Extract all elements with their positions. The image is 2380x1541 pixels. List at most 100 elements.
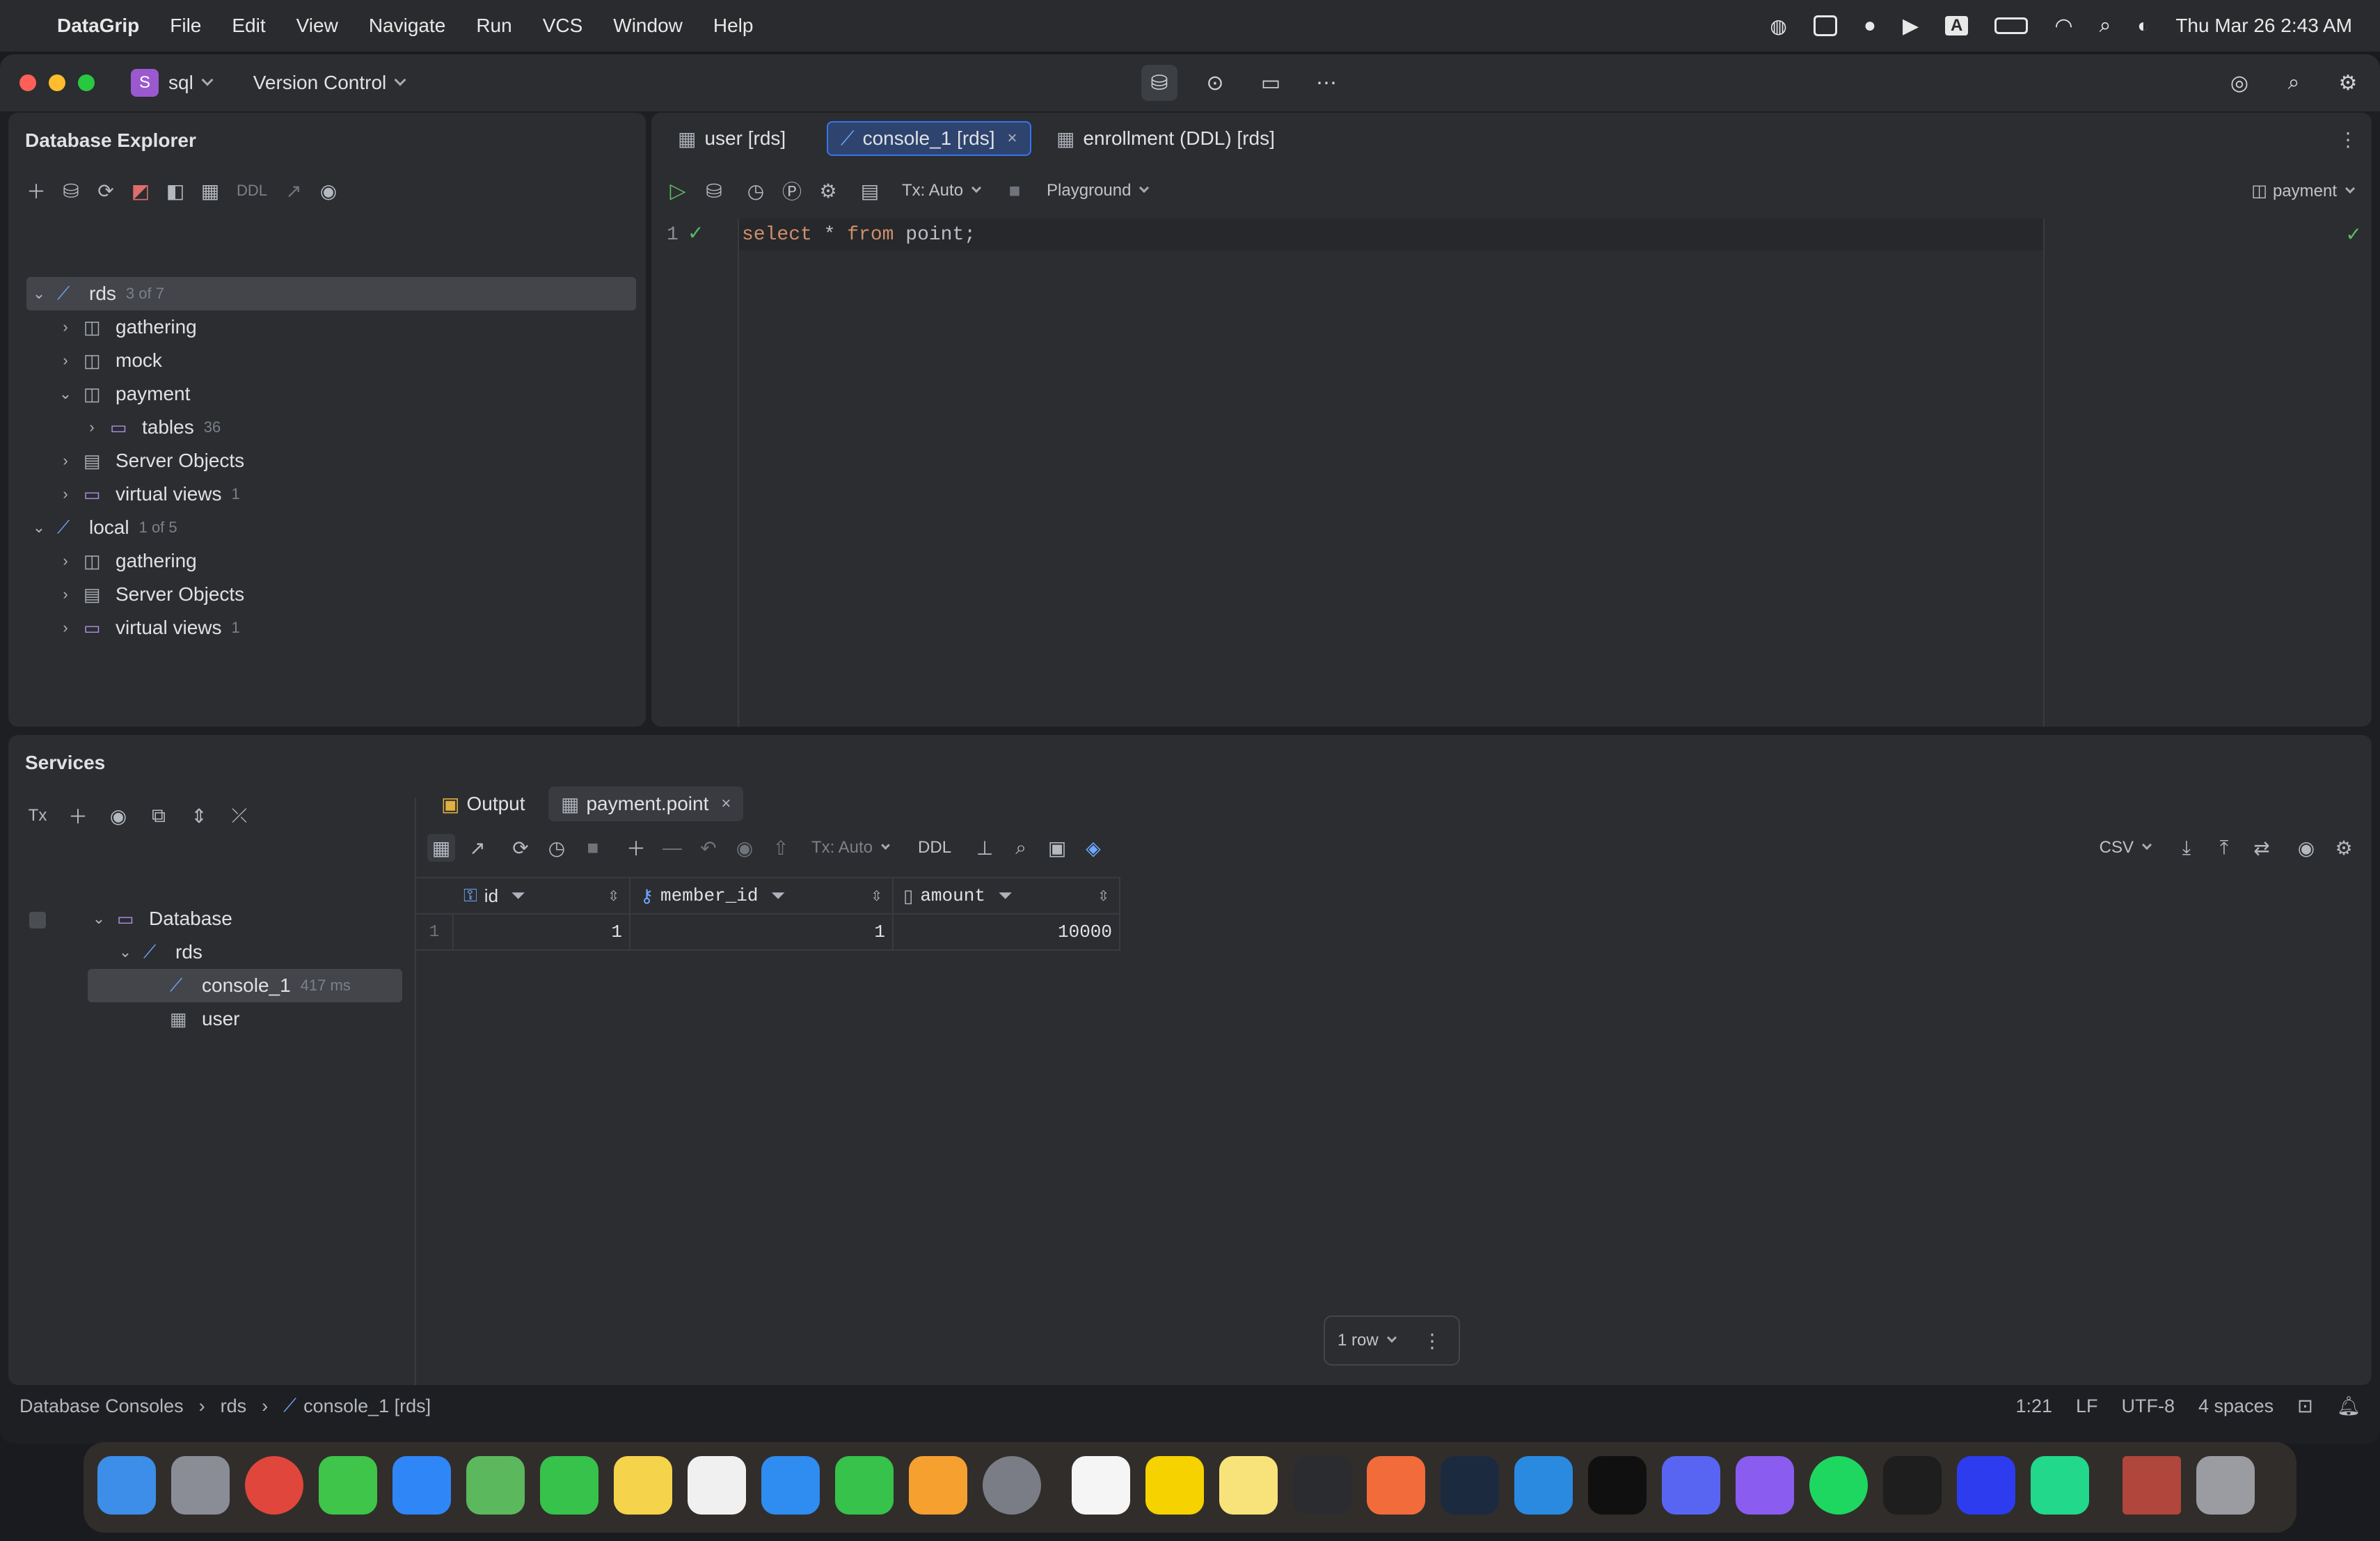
tab-payment-point[interactable]: ▦ payment.point ×	[548, 787, 744, 821]
service-node-console-1[interactable]: ⟋ console_1 417 ms	[88, 969, 402, 1002]
column-header-id[interactable]: ⚿ id ⏷ ⇳	[454, 878, 630, 913]
download-icon[interactable]: ⤓	[2173, 834, 2200, 862]
upload-icon[interactable]: ⤒	[2210, 834, 2238, 862]
settings-gear-icon[interactable]: ⚙	[2330, 65, 2366, 101]
chevron-right-icon[interactable]: ›	[85, 418, 99, 436]
menubar-clock[interactable]: Thu Mar 26 2:43 AM	[2175, 15, 2352, 37]
filter-icon[interactable]: ⏷	[770, 885, 785, 907]
collapse-all-icon[interactable]: ⤫	[225, 802, 253, 830]
console-settings-icon[interactable]: ⚙	[814, 177, 842, 205]
view-options-icon[interactable]: ◉	[104, 802, 132, 830]
tree-node-rds[interactable]: ⌄ ⟋ rds 3 of 7	[26, 277, 636, 310]
stop-icon[interactable]: ■	[579, 834, 607, 862]
cell-member-id[interactable]: 1	[630, 915, 894, 949]
tx-mode-dropdown[interactable]: Tx: Auto	[902, 181, 982, 200]
chevron-down-icon[interactable]: ⌄	[58, 385, 72, 403]
explain-plan-icon[interactable]: ⛁	[700, 177, 728, 205]
trash-icon[interactable]	[2196, 1456, 2255, 1515]
column-header-member-id[interactable]: ⚷ member_id ⏷ ⇳	[630, 878, 894, 913]
expand-all-icon[interactable]: ⇕	[185, 802, 213, 830]
tx-mode-dropdown[interactable]: Tx: Auto	[811, 838, 890, 858]
kakaotalk-icon[interactable]	[1145, 1456, 1204, 1515]
postman-icon[interactable]	[1367, 1456, 1425, 1515]
add-service-icon[interactable]: ＋	[64, 802, 92, 830]
folder-tool-icon[interactable]: ▭	[1253, 65, 1289, 101]
pages-icon[interactable]	[909, 1456, 967, 1515]
spotify-icon[interactable]	[1809, 1456, 1868, 1515]
chat-status-icon[interactable]: ●	[1864, 14, 1876, 38]
filter-icon[interactable]: ⏷	[998, 885, 1013, 907]
sql-console-icon[interactable]: ◧	[161, 177, 189, 205]
menu-navigate[interactable]: Navigate	[369, 15, 446, 37]
github-desktop-icon[interactable]	[1736, 1456, 1794, 1515]
history-icon[interactable]: ◷	[543, 834, 571, 862]
stickies-icon[interactable]	[1219, 1456, 1278, 1515]
tab-options-icon[interactable]: ⋮	[2334, 125, 2362, 153]
battery-icon[interactable]	[1994, 17, 2029, 34]
grid-settings-icon[interactable]: ⚙	[2330, 834, 2358, 862]
row-count-dropdown[interactable]: 1 row	[1338, 1331, 1397, 1350]
mail-icon[interactable]	[392, 1456, 451, 1515]
intellij-icon[interactable]	[1957, 1456, 2015, 1515]
numbers-icon[interactable]	[835, 1456, 894, 1515]
tx-label[interactable]: Tx	[24, 802, 51, 830]
caret-position[interactable]: 1:21	[2015, 1396, 2052, 1417]
chart-view-icon[interactable]: ↗	[463, 834, 491, 862]
line-separator[interactable]: LF	[2076, 1396, 2098, 1417]
close-window-button[interactable]	[19, 74, 36, 91]
terminal-icon[interactable]	[1588, 1456, 1647, 1515]
chevron-down-icon[interactable]: ⌄	[118, 943, 132, 961]
refresh-icon[interactable]: ⟳	[92, 177, 120, 205]
tree-node-virtual-views[interactable]: › ▭ virtual views 1	[26, 477, 636, 511]
new-tab-icon[interactable]: ⧉	[145, 802, 173, 830]
datagrip-icon[interactable]	[2031, 1456, 2089, 1515]
tree-node-gathering[interactable]: › ◫ gathering	[26, 310, 636, 344]
vscode-icon[interactable]	[1514, 1456, 1573, 1515]
run-execute-icon[interactable]: ▷	[664, 177, 692, 205]
spotlight-icon[interactable]: ⌕	[2100, 14, 2111, 38]
menu-view[interactable]: View	[296, 15, 338, 37]
tab-user-rds[interactable]: ▦ user [rds]	[665, 121, 798, 156]
output-layout-icon[interactable]: ▤	[856, 177, 884, 205]
tree-node-local[interactable]: ⌄ ⟋ local 1 of 5	[26, 511, 636, 544]
wifi-icon[interactable]: ◠	[2054, 14, 2072, 38]
more-icon[interactable]: ⋯	[1308, 65, 1344, 101]
chrome-icon[interactable]	[245, 1456, 303, 1515]
ddl-button[interactable]: DDL	[231, 177, 273, 205]
column-header-amount[interactable]: ▯ amount ⏷ ⇳	[894, 878, 1120, 913]
menu-window[interactable]: Window	[613, 15, 683, 37]
service-node-database[interactable]: ⌄ ▭ Database	[36, 902, 412, 935]
menu-vcs[interactable]: VCS	[543, 15, 583, 37]
add-row-icon[interactable]: ＋	[622, 834, 650, 862]
more-options-icon[interactable]: ⋮	[1418, 1327, 1446, 1354]
view-options-icon[interactable]: ◉	[315, 177, 342, 205]
indent-setting[interactable]: 4 spaces	[2198, 1396, 2274, 1417]
table-view-icon[interactable]: ▦	[427, 834, 455, 862]
maps-icon[interactable]	[466, 1456, 525, 1515]
submit-icon[interactable]: ⇧	[767, 834, 795, 862]
open-table-icon[interactable]: ▣	[1043, 834, 1071, 862]
messages-icon[interactable]	[319, 1456, 377, 1515]
schema-selector[interactable]: ◫ payment	[2251, 181, 2356, 201]
menu-run[interactable]: Run	[476, 15, 511, 37]
menu-file[interactable]: File	[170, 15, 201, 37]
finder-icon[interactable]	[97, 1456, 156, 1515]
preview-changes-icon[interactable]: ◉	[731, 834, 759, 862]
tab-enrollment-ddl[interactable]: ▦ enrollment (DDL) [rds]	[1044, 121, 1287, 156]
tree-node-server-objects[interactable]: › ▤ Server Objects	[26, 444, 636, 477]
cell-id[interactable]: 1	[454, 915, 630, 949]
menu-app-name[interactable]: DataGrip	[57, 15, 139, 37]
facetime-icon[interactable]	[540, 1456, 598, 1515]
tree-node-server-objects[interactable]: › ▤ Server Objects	[26, 578, 636, 611]
service-node-rds[interactable]: ⌄ ⟋ rds	[36, 935, 412, 969]
tree-node-gathering[interactable]: › ◫ gathering	[26, 544, 636, 578]
document-preview-icon[interactable]	[2123, 1456, 2181, 1515]
system-settings-icon[interactable]	[983, 1456, 1041, 1515]
close-tab-icon[interactable]: ×	[721, 794, 731, 814]
notifications-bell-icon[interactable]: 🔔︎	[2337, 1395, 2361, 1417]
tree-node-virtual-views[interactable]: › ▭ virtual views 1	[26, 611, 636, 645]
view-options-icon[interactable]: ◉	[2292, 834, 2320, 862]
chevron-right-icon[interactable]: ›	[58, 552, 72, 570]
chevron-right-icon[interactable]: ›	[58, 485, 72, 503]
ai-assistant-icon[interactable]: ◎	[2221, 65, 2258, 101]
